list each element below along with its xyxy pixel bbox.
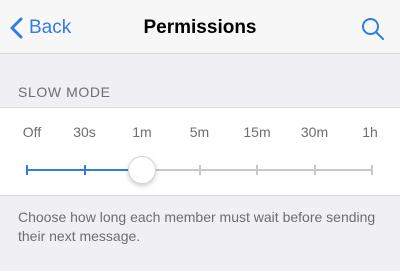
slider-tick	[83, 165, 86, 175]
slider-tick	[371, 165, 373, 175]
slider-option-label[interactable]: 5m	[190, 124, 209, 140]
slider-option-label[interactable]: Off	[23, 124, 41, 140]
slider-option-label[interactable]: 1m	[132, 124, 151, 140]
slider-thumb[interactable]	[128, 156, 156, 184]
section-header-slow-mode: SLOW MODE	[18, 84, 111, 100]
slider-option-label[interactable]: 15m	[243, 124, 270, 140]
navigation-bar: Back Permissions	[0, 0, 400, 54]
search-icon	[362, 18, 384, 40]
slider-option-label[interactable]: 30m	[301, 124, 328, 140]
slider-tick	[313, 165, 316, 175]
chevron-left-icon	[10, 17, 23, 39]
page-title: Permissions	[143, 17, 257, 38]
slider-option-label[interactable]: 30s	[73, 124, 96, 140]
slider-option-label[interactable]: 1h	[362, 124, 378, 140]
search-button[interactable]	[360, 16, 386, 42]
slow-mode-description: Choose how long each member must wait be…	[18, 209, 376, 244]
slider-tick	[198, 165, 201, 175]
slider-tick	[256, 165, 258, 175]
slider-tick	[26, 165, 28, 175]
back-button[interactable]: Back	[10, 14, 71, 42]
back-button-label: Back	[29, 17, 72, 38]
slow-mode-slider-card: Off 30s 1m 5m 15m 30m 1h	[0, 107, 400, 196]
